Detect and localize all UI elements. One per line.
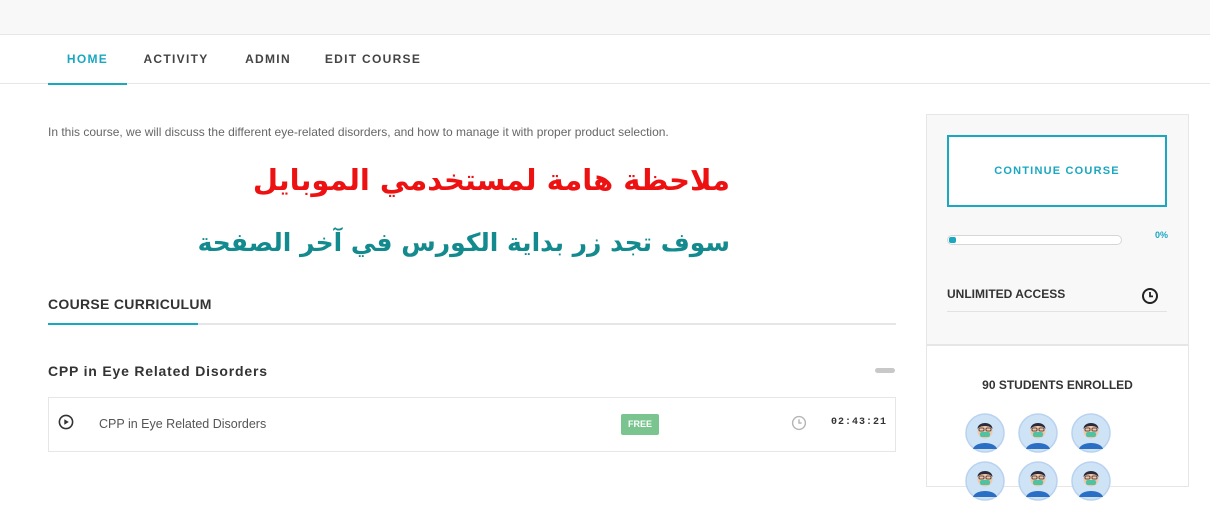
access-divider (947, 311, 1167, 312)
continue-course-button[interactable]: CONTINUE COURSE (947, 135, 1167, 207)
unit-title[interactable]: CPP in Eye Related Disorders (99, 417, 266, 431)
students-enrolled-label: 90 STUDENTS ENROLLED (982, 378, 1133, 392)
progress-bar (947, 235, 1122, 245)
course-sidebar: CONTINUE COURSE 0% UNLIMITED ACCESS (926, 114, 1189, 345)
section-collapse-toggle[interactable] (875, 368, 895, 373)
student-avatar[interactable] (965, 461, 1005, 501)
top-bar (0, 0, 1210, 35)
clock-icon (791, 415, 807, 436)
student-avatar[interactable] (1018, 461, 1058, 501)
curriculum-heading: COURSE CURRICULUM (48, 296, 212, 312)
student-avatar[interactable] (1071, 461, 1111, 501)
mobile-notice-body: سوف تجد زر بداية الكورس في آخر الصفحة (197, 228, 730, 257)
progress-fill (949, 237, 956, 243)
course-description: In this course, we will discuss the diff… (48, 125, 669, 139)
unit-duration: 02:43:21 (830, 417, 887, 428)
tab-admin[interactable]: ADMIN (238, 35, 298, 83)
student-avatar[interactable] (1018, 413, 1058, 453)
student-avatar[interactable] (1071, 413, 1111, 453)
tab-activity[interactable]: ACTIVITY (138, 35, 214, 83)
curriculum-divider-accent (48, 323, 198, 325)
clock-icon (1141, 287, 1159, 310)
progress-percent: 0% (1154, 230, 1168, 240)
play-icon (58, 414, 74, 435)
curriculum-unit[interactable]: CPP in Eye Related Disorders FREE 02:43:… (48, 397, 896, 452)
access-label: UNLIMITED ACCESS (947, 287, 1066, 301)
course-nav: HOME ACTIVITY ADMIN EDIT COURSE (0, 35, 1210, 85)
free-badge: FREE (621, 414, 659, 435)
tab-home[interactable]: HOME (48, 35, 127, 85)
students-panel: 90 STUDENTS ENROLLED (926, 345, 1189, 501)
mobile-notice-title: ملاحظة هامة لمستخدمي الموبايل (252, 163, 730, 197)
section-title: CPP in Eye Related Disorders (48, 363, 268, 379)
tab-edit-course[interactable]: EDIT COURSE (322, 35, 424, 83)
student-avatar[interactable] (965, 413, 1005, 453)
